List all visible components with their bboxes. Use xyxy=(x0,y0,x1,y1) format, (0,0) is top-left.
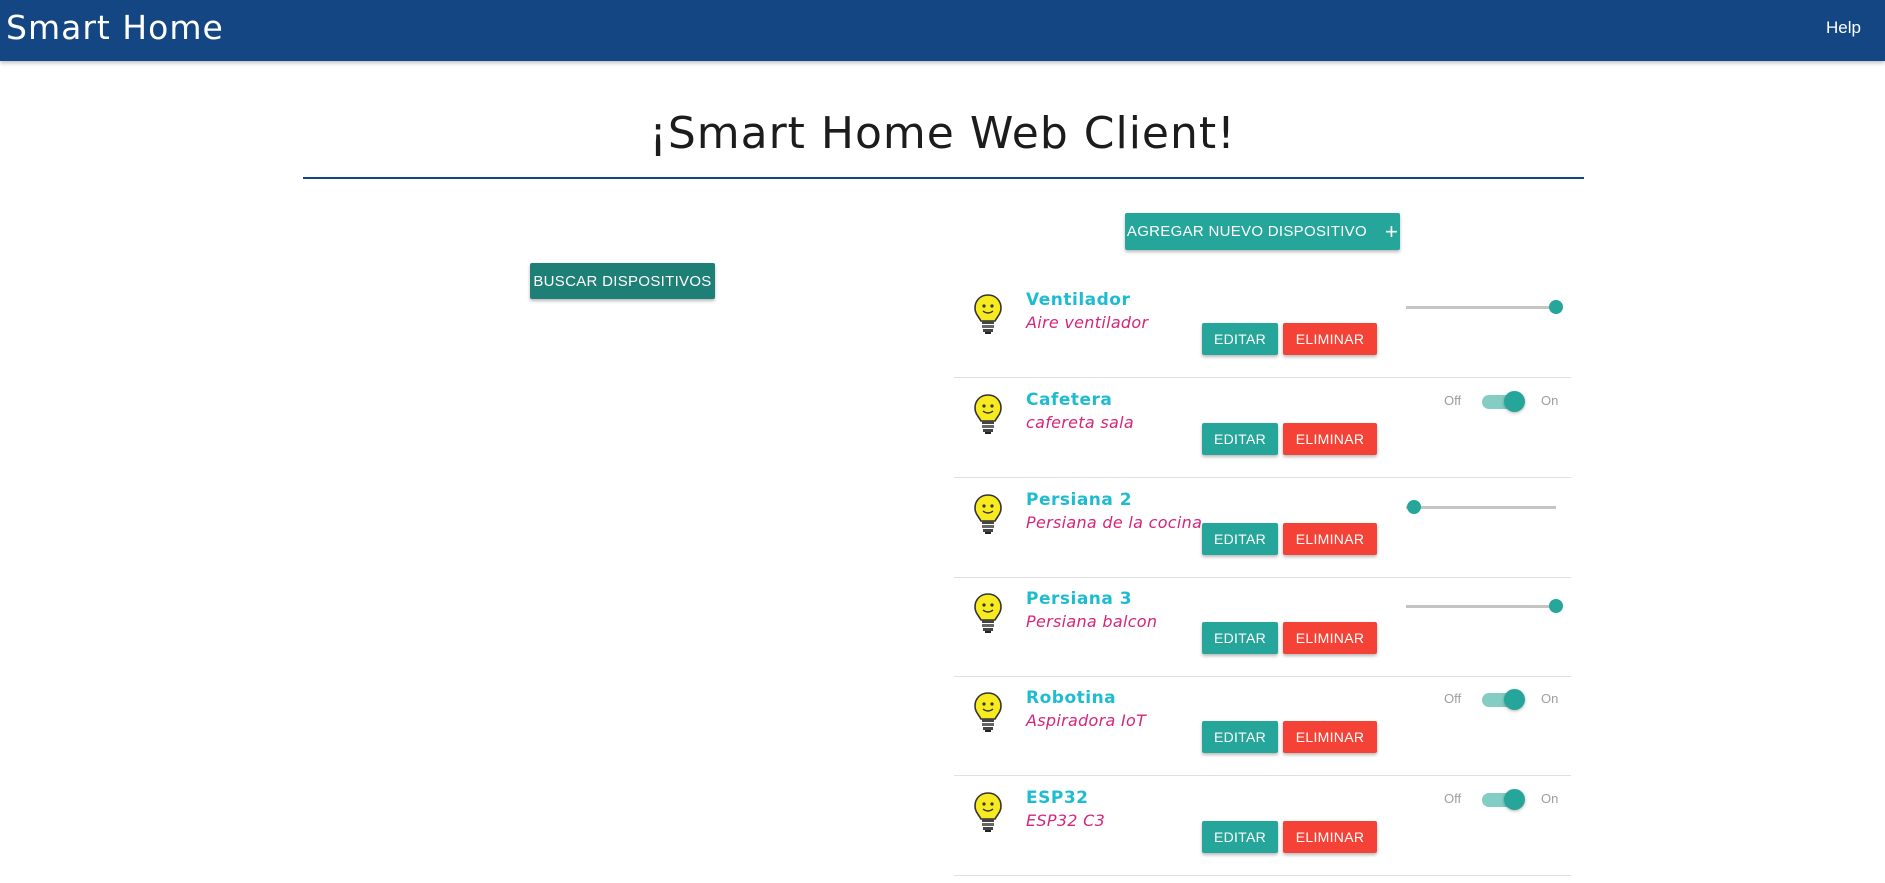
device-name: Persiana 2 xyxy=(1026,490,1133,510)
device-name: Ventilador xyxy=(1026,290,1131,310)
range-slider[interactable] xyxy=(1406,599,1563,613)
row-divider xyxy=(954,875,1571,876)
lightbulb-icon xyxy=(974,692,1002,732)
slider-thumb[interactable] xyxy=(1406,500,1421,514)
lightbulb-icon xyxy=(974,394,1002,434)
slider-thumb[interactable] xyxy=(1549,300,1563,314)
add-device-button[interactable]: AGREGAR NUEVO DISPOSITIVO + xyxy=(1125,213,1400,250)
plus-icon: + xyxy=(1384,218,1399,244)
delete-button[interactable]: ELIMINAR xyxy=(1283,323,1377,355)
lightbulb-icon xyxy=(974,593,1002,633)
row-divider xyxy=(954,775,1571,776)
top-navbar: Smart Home Help xyxy=(0,0,1885,61)
switch-on-label: On xyxy=(1541,393,1559,408)
slider-track xyxy=(1406,306,1556,309)
switch-knob[interactable] xyxy=(1504,689,1525,710)
edit-button[interactable]: EDITAR xyxy=(1202,423,1278,455)
row-divider xyxy=(954,577,1571,578)
edit-button[interactable]: EDITAR xyxy=(1202,622,1278,654)
switch-on-label: On xyxy=(1541,791,1559,806)
device-name: Persiana 3 xyxy=(1026,589,1133,609)
slider-track xyxy=(1406,506,1556,509)
range-slider[interactable] xyxy=(1406,300,1563,314)
slider-track xyxy=(1406,605,1556,608)
device-item: Robotina Aspiradora IoT EDITAR ELIMINAR … xyxy=(954,678,1571,776)
page-title: ¡Smart Home Web Client! xyxy=(649,108,1236,159)
switch-knob[interactable] xyxy=(1504,391,1525,412)
edit-button[interactable]: EDITAR xyxy=(1202,523,1278,555)
edit-button[interactable]: EDITAR xyxy=(1202,323,1278,355)
edit-button[interactable]: EDITAR xyxy=(1202,721,1278,753)
switch-off-label: Off xyxy=(1444,791,1462,806)
device-description: Aspiradora IoT xyxy=(1026,711,1147,730)
device-description: cafereta sala xyxy=(1026,413,1134,432)
lightbulb-icon xyxy=(974,494,1002,534)
device-name: Robotina xyxy=(1026,688,1117,708)
row-divider xyxy=(954,377,1571,378)
delete-button[interactable]: ELIMINAR xyxy=(1283,423,1377,455)
switch-knob[interactable] xyxy=(1504,789,1525,810)
delete-button[interactable]: ELIMINAR xyxy=(1283,622,1377,654)
device-description: Persiana balcon xyxy=(1026,612,1158,631)
device-name: ESP32 xyxy=(1026,788,1089,808)
lightbulb-icon xyxy=(974,792,1002,832)
lightbulb-icon xyxy=(974,294,1002,334)
slider-thumb[interactable] xyxy=(1549,599,1563,613)
edit-button[interactable]: EDITAR xyxy=(1202,821,1278,853)
help-link[interactable]: Help xyxy=(1826,18,1861,38)
device-name: Cafetera xyxy=(1026,390,1113,410)
toggle-switch[interactable]: Off On xyxy=(1444,788,1569,810)
device-item: Persiana 2 Persiana de la cocina EDITAR … xyxy=(954,480,1571,578)
device-item: Cafetera cafereta sala EDITAR ELIMINAR O… xyxy=(954,380,1571,478)
device-description: Persiana de la cocina xyxy=(1026,513,1203,532)
device-description: Aire ventilador xyxy=(1026,313,1149,332)
delete-button[interactable]: ELIMINAR xyxy=(1283,721,1377,753)
device-item: ESP32 ESP32 C3 EDITAR ELIMINAR Off On xyxy=(954,778,1571,876)
device-item: Ventilador Aire ventilador EDITAR ELIMIN… xyxy=(954,280,1571,378)
switch-off-label: Off xyxy=(1444,691,1462,706)
range-slider[interactable] xyxy=(1406,500,1556,514)
brand-logo[interactable]: Smart Home xyxy=(6,8,224,47)
row-divider xyxy=(954,477,1571,478)
device-item: Persiana 3 Persiana balcon EDITAR ELIMIN… xyxy=(954,579,1571,677)
switch-on-label: On xyxy=(1541,691,1559,706)
switch-off-label: Off xyxy=(1444,393,1462,408)
device-description: ESP32 C3 xyxy=(1026,811,1106,830)
row-divider xyxy=(954,676,1571,677)
title-divider xyxy=(303,177,1584,179)
delete-button[interactable]: ELIMINAR xyxy=(1283,523,1377,555)
search-devices-button[interactable]: BUSCAR DISPOSITIVOS xyxy=(530,263,715,299)
toggle-switch[interactable]: Off On xyxy=(1444,688,1569,710)
toggle-switch[interactable]: Off On xyxy=(1444,390,1569,412)
delete-button[interactable]: ELIMINAR xyxy=(1283,821,1377,853)
add-device-label: AGREGAR NUEVO DISPOSITIVO xyxy=(1126,223,1367,240)
